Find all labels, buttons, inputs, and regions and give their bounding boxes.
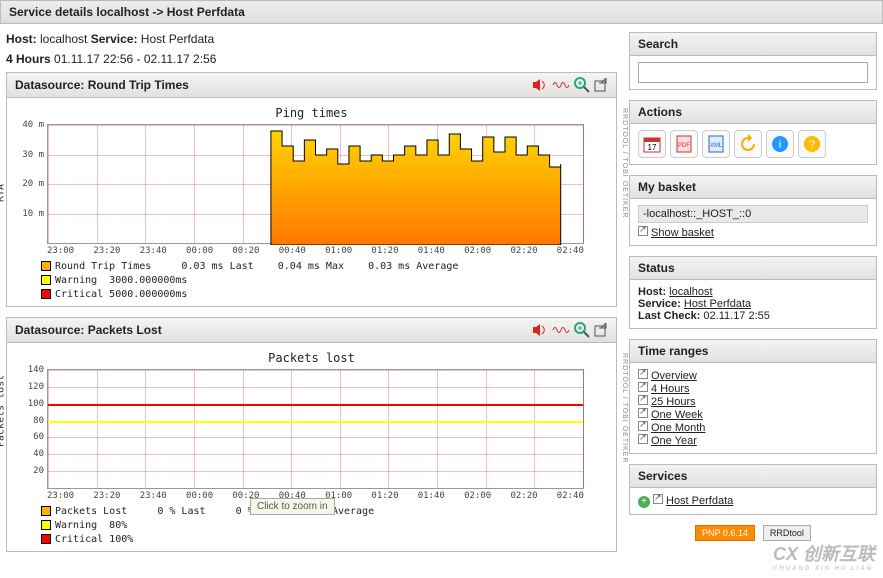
zoom-icon[interactable] (574, 322, 590, 338)
svg-text:XML: XML (710, 143, 723, 149)
svg-text:?: ? (809, 139, 815, 151)
service-link[interactable]: Host Perfdata (666, 495, 733, 507)
service-label: Service: (91, 32, 138, 46)
timerange-link[interactable]: 4 Hours (651, 383, 690, 395)
basket-panel: My basket -localhost::_HOST_::0 Show bas… (629, 175, 877, 246)
panel-title: Services (638, 469, 687, 483)
legend-row-warning: Warning 80% (41, 519, 602, 533)
legend-row-critical: Critical 100% (41, 533, 602, 547)
status-service-link[interactable]: Host Perfdata (684, 298, 751, 310)
external-link-icon (638, 434, 648, 444)
main-column: Host: localhost Service: Host Perfdata 4… (0, 24, 623, 570)
wave-icon[interactable] (552, 79, 570, 91)
external-link-icon (638, 369, 648, 379)
datasource-panel-packets: Datasource: Packets Lost Packets lost Pa… (6, 317, 617, 552)
external-link-icon (638, 226, 648, 236)
host-service-line: Host: localhost Service: Host Perfdata (6, 32, 617, 46)
status-lastcheck-label: Last Check: (638, 310, 700, 322)
panel-title: Actions (638, 105, 682, 119)
host-label: Host: (6, 32, 37, 46)
time-range-line: 4 Hours 01.11.17 22:56 - 02.11.17 2:56 (6, 52, 617, 66)
chart-title: Packets lost (21, 351, 602, 365)
panel-title: Status (638, 261, 675, 275)
pdf-icon[interactable]: PDF (670, 130, 698, 158)
services-panel: Services + Host Perfdata (629, 464, 877, 515)
panel-title: Datasource: Round Trip Times (15, 78, 189, 92)
svg-text:17: 17 (648, 143, 657, 152)
timeranges-panel: Time ranges Overview4 Hours25 HoursOne W… (629, 339, 877, 454)
legend-row-data: Packets Lost 0 % Last 0 % Max 0 % Averag… (41, 505, 602, 519)
status-host-label: Host: (638, 286, 666, 298)
legend-row-warning: Warning 3000.000000ms (41, 274, 602, 288)
search-panel: Search (629, 32, 877, 90)
rrdtool-badge[interactable]: RRDtool (763, 525, 811, 541)
panel-title: Time ranges (638, 344, 708, 358)
timerange-link[interactable]: One Month (651, 422, 705, 434)
timerange-link[interactable]: One Week (651, 409, 703, 421)
status-panel: Status Host: localhost Service: Host Per… (629, 256, 877, 329)
pnp-badge[interactable]: PNP 0.6.14 (695, 525, 755, 541)
range-value: 01.11.17 22:56 - 02.11.17 2:56 (54, 52, 216, 66)
external-link-icon (638, 395, 648, 405)
external-link-icon (638, 382, 648, 392)
basket-item[interactable]: -localhost::_HOST_::0 (638, 205, 868, 223)
calendar-icon[interactable]: 17 (638, 130, 666, 158)
sidebar: Search Actions 17 PDF XML i? My basket -loc… (623, 24, 883, 570)
add-icon[interactable]: + (638, 496, 650, 508)
y-axis-label: RTA (0, 184, 7, 202)
legend-row-data: Round Trip Times 0.03 ms Last 0.04 ms Ma… (41, 260, 602, 274)
actions-panel: Actions 17 PDF XML i? (629, 100, 877, 165)
external-link-icon (638, 421, 648, 431)
show-basket-link[interactable]: Show basket (651, 227, 714, 239)
rrdtool-label: RRDTOOL / TOBI OETIKER (621, 353, 628, 463)
page-title-bar: Service details localhost -> Host Perfda… (0, 0, 883, 24)
rrdtool-label: RRDTOOL / TOBI OETIKER (621, 108, 628, 218)
watermark: CX 创新互联 CHUANG XIN HU LIAN (773, 540, 875, 572)
speaker-icon[interactable] (532, 78, 548, 92)
speaker-icon[interactable] (532, 323, 548, 337)
wave-icon[interactable] (552, 324, 570, 336)
svg-text:i: i (779, 139, 781, 151)
service-value: Host Perfdata (141, 32, 214, 46)
external-link-icon (653, 494, 663, 504)
status-host-link[interactable]: localhost (669, 286, 712, 298)
timerange-link[interactable]: 25 Hours (651, 396, 696, 408)
footer-badges: PNP 0.6.14 RRDtool (629, 525, 877, 541)
status-lastcheck-value: 02.11.17 2:55 (703, 310, 769, 322)
xml-icon[interactable]: XML (702, 130, 730, 158)
chart-title: Ping times (21, 106, 602, 120)
external-link-icon (638, 408, 648, 418)
panel-title: Datasource: Packets Lost (15, 323, 162, 337)
reload-icon[interactable] (734, 130, 762, 158)
datasource-panel-rtt: Datasource: Round Trip Times Ping times … (6, 72, 617, 307)
info-icon[interactable]: i (766, 130, 794, 158)
zoom-icon[interactable] (574, 77, 590, 93)
chart-ping-times[interactable]: Ping times RTA 10 m20 m30 m40 m RRDTOOL … (7, 98, 616, 306)
chart-packets-lost[interactable]: Packets lost Packets lost 20406080100120… (7, 343, 616, 551)
panel-title: My basket (638, 180, 696, 194)
panel-title: Search (638, 37, 678, 51)
y-axis-label: Packets lost (0, 375, 7, 447)
timerange-link[interactable]: Overview (651, 370, 697, 382)
legend-row-critical: Critical 5000.000000ms (41, 288, 602, 302)
status-service-label: Service: (638, 298, 681, 310)
popout-icon[interactable] (594, 78, 608, 92)
range-label: 4 Hours (6, 52, 51, 66)
host-value: localhost (40, 32, 87, 46)
search-input[interactable] (638, 62, 868, 83)
help-icon[interactable]: ? (798, 130, 826, 158)
svg-text:PDF: PDF (678, 143, 690, 149)
popout-icon[interactable] (594, 323, 608, 337)
timerange-link[interactable]: One Year (651, 435, 697, 447)
